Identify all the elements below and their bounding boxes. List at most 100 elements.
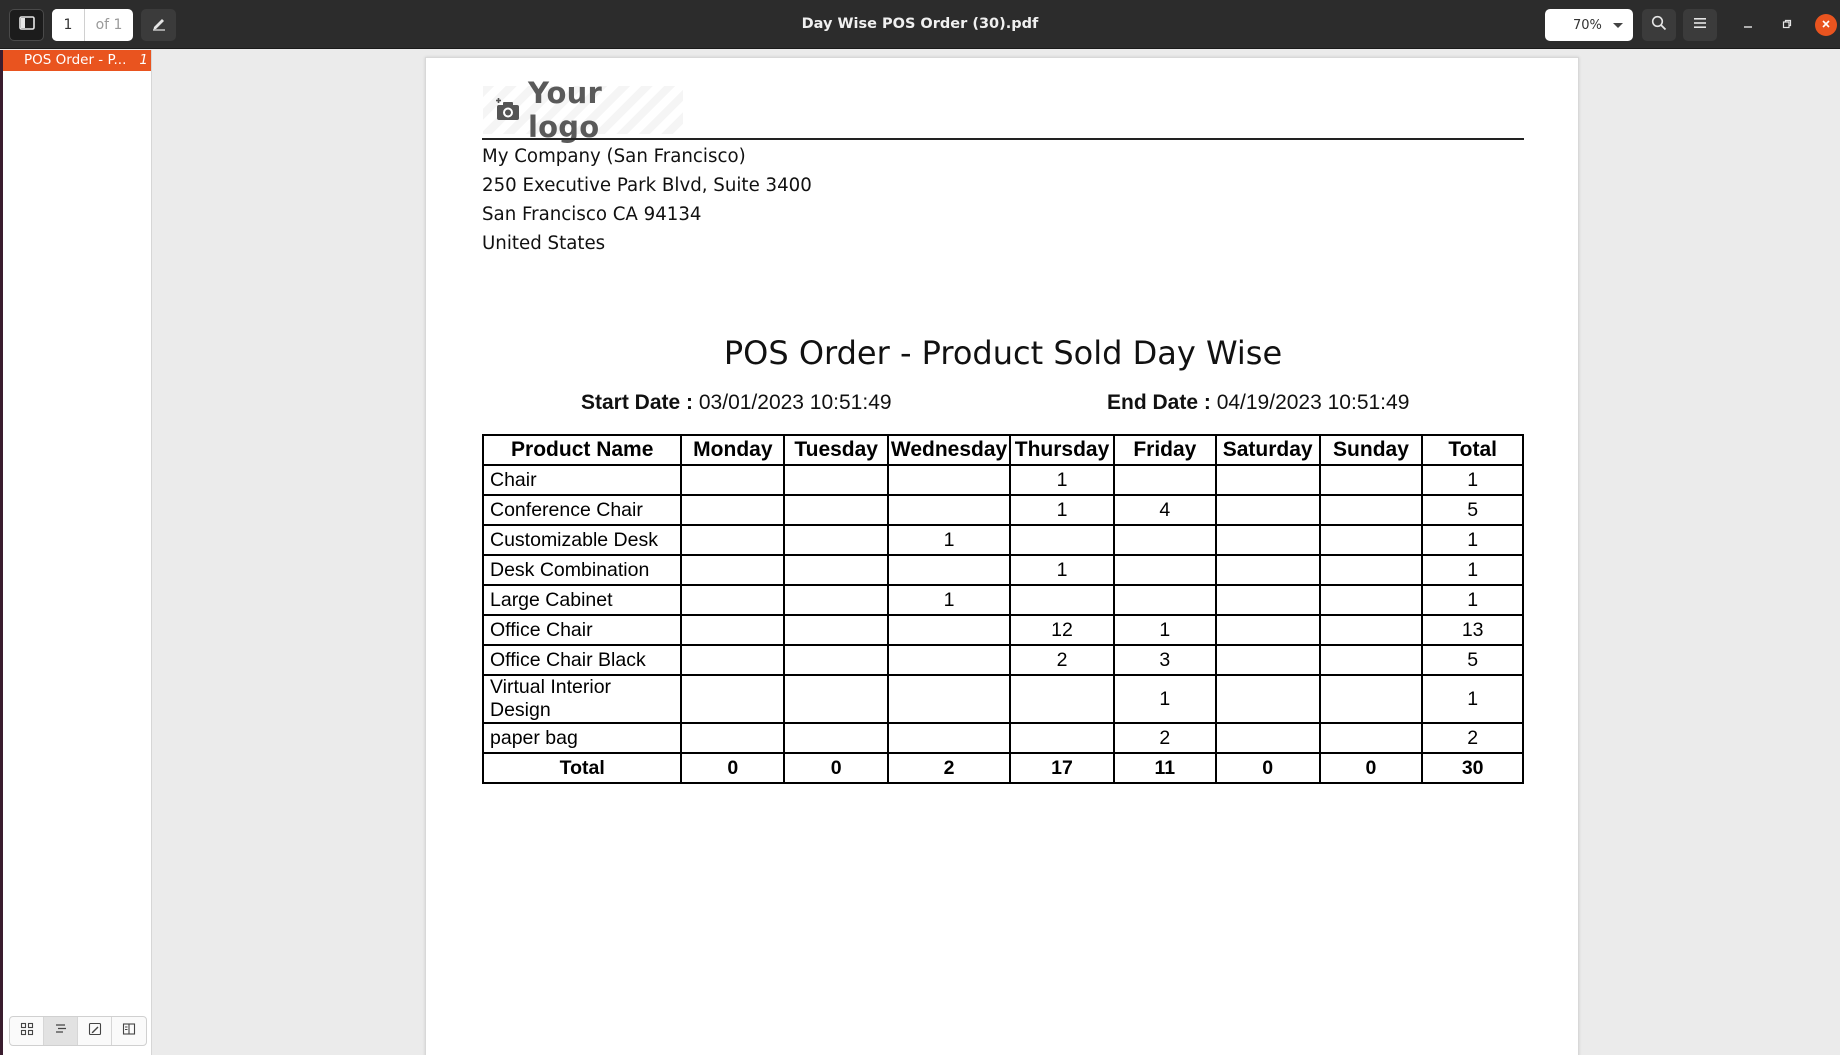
column-header: Sunday (1318, 434, 1424, 466)
quantity-cell (680, 554, 786, 586)
quantity-cell (887, 494, 1012, 526)
end-date-label: End Date : (1107, 391, 1211, 414)
quantity-cell (680, 584, 786, 616)
tab-outline[interactable] (44, 1017, 78, 1045)
table-row: Customizable Desk 1 1 (481, 524, 1524, 556)
quantity-cell (887, 614, 1012, 646)
menu-button[interactable] (1683, 9, 1717, 41)
restore-icon (1782, 16, 1792, 34)
quantity-cell: 2 (1421, 722, 1524, 754)
total-cell: 2 (887, 752, 1012, 784)
quantity-cell (783, 494, 890, 526)
column-header: Monday (680, 434, 786, 466)
tab-thumbnails[interactable] (10, 1017, 44, 1045)
page-navigator: of 1 (52, 9, 133, 41)
quantity-cell: 1 (887, 524, 1012, 556)
table-row: Office Chair Black 2 3 5 (481, 644, 1524, 676)
quantity-cell (1113, 584, 1217, 616)
total-cell: 0 (1318, 752, 1424, 784)
end-date: End Date : 04/19/2023 10:51:49 (1107, 391, 1409, 415)
table-row: Office Chair 12 1 13 (481, 614, 1524, 646)
quantity-cell (1214, 524, 1321, 556)
table-row: Conference Chair 1 4 5 (481, 494, 1524, 526)
quantity-cell: 4 (1113, 494, 1217, 526)
tab-annotations[interactable] (78, 1017, 112, 1045)
quantity-cell (1318, 674, 1424, 724)
quantity-cell (783, 674, 890, 724)
quantity-cell (1318, 644, 1424, 676)
quantity-cell: 1 (1009, 464, 1115, 496)
tab-layers[interactable] (112, 1017, 146, 1045)
quantity-cell (1113, 524, 1217, 556)
quantity-cell: 1 (1009, 554, 1115, 586)
product-name-cell: Office Chair Black (481, 644, 683, 676)
quantity-cell (1214, 644, 1321, 676)
product-name-cell: Chair (481, 464, 683, 496)
header-divider (482, 138, 1524, 140)
quantity-cell (783, 722, 890, 754)
quantity-cell (680, 464, 786, 496)
quantity-cell: 5 (1421, 644, 1524, 676)
page-number-input[interactable] (52, 9, 85, 41)
column-header: Wednesday (887, 434, 1012, 466)
quantity-cell (887, 554, 1012, 586)
quantity-cell: 1 (887, 584, 1012, 616)
quantity-cell: 1 (1421, 464, 1524, 496)
sidebar-toggle-button[interactable] (9, 9, 44, 41)
search-icon (1651, 15, 1667, 36)
quantity-cell (887, 674, 1012, 724)
header-bar: of 1 Day Wise POS Order (30).pdf 70% (0, 0, 1840, 49)
close-button[interactable] (1815, 14, 1837, 36)
annotate-button[interactable] (141, 9, 176, 41)
outline-item[interactable]: POS Order - P... 1 (3, 50, 151, 71)
total-cell: 0 (680, 752, 786, 784)
end-date-value: 04/19/2023 10:51:49 (1216, 391, 1410, 414)
quantity-cell: 1 (1421, 554, 1524, 586)
quantity-cell (887, 722, 1012, 754)
total-cell: 30 (1421, 752, 1524, 784)
quantity-cell (1214, 554, 1321, 586)
quantity-cell (680, 524, 786, 556)
search-button[interactable] (1642, 9, 1676, 41)
table-row: Large Cabinet 1 1 (481, 584, 1524, 616)
table-row: paper bag 2 2 (481, 722, 1524, 754)
totals-row: Total 0 0 2 17 11 0 0 30 (481, 752, 1524, 784)
quantity-cell (1318, 554, 1424, 586)
table-header-row: Product Name Monday Tuesday Wednesday Thursd… (481, 434, 1524, 466)
maximize-button[interactable] (1776, 14, 1798, 36)
quantity-cell: 1 (1421, 524, 1524, 556)
quantity-cell (783, 584, 890, 616)
quantity-cell (1009, 674, 1115, 724)
sidebar-icon (18, 15, 35, 35)
hamburger-icon (1693, 16, 1707, 34)
column-header: Product Name (481, 434, 683, 466)
annotations-icon (88, 1022, 102, 1041)
total-cell: 11 (1113, 752, 1217, 784)
total-cell: 0 (1214, 752, 1321, 784)
quantity-cell (1318, 722, 1424, 754)
quantity-cell (1009, 584, 1115, 616)
pencil-icon (151, 15, 167, 36)
outline-item-page: 1 (139, 52, 148, 68)
product-name-cell: paper bag (481, 722, 683, 754)
layers-icon (122, 1022, 136, 1041)
quantity-cell (1113, 554, 1217, 586)
quantity-cell: 5 (1421, 494, 1524, 526)
chevron-down-icon (1613, 23, 1623, 28)
quantity-cell (1214, 494, 1321, 526)
minimize-button[interactable] (1737, 14, 1759, 36)
quantity-cell (680, 722, 786, 754)
zoom-select[interactable]: 70% (1545, 9, 1633, 41)
quantity-cell: 1 (1113, 674, 1217, 724)
logo: Your logo (483, 76, 683, 144)
quantity-cell (1318, 614, 1424, 646)
table-row: Virtual Interior Design 1 1 (481, 674, 1524, 724)
table-row: Desk Combination 1 1 (481, 554, 1524, 586)
quantity-cell (1214, 464, 1321, 496)
quantity-cell (783, 644, 890, 676)
outline-icon (54, 1022, 68, 1041)
quantity-cell: 13 (1421, 614, 1524, 646)
quantity-cell (1318, 584, 1424, 616)
quantity-cell (783, 614, 890, 646)
quantity-cell (783, 524, 890, 556)
